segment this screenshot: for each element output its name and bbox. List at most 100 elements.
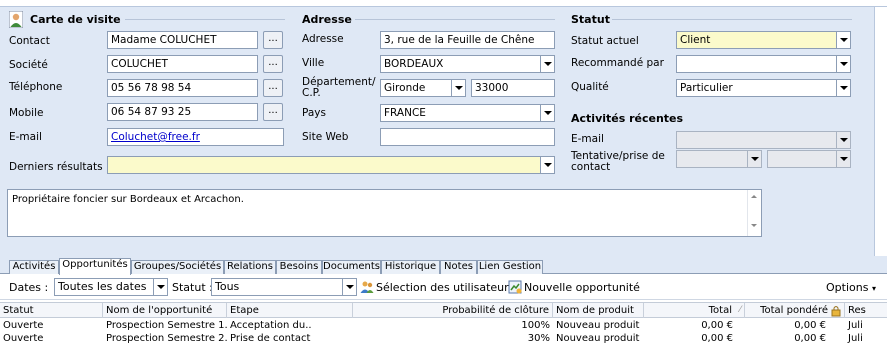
statut-actuel-select[interactable]: Client (676, 31, 851, 49)
code-postal-field[interactable]: 33000 (471, 79, 555, 97)
contact-avatar-icon (9, 11, 23, 28)
column-header-statut[interactable]: Statut (0, 303, 103, 318)
carte-de-visite-title: Carte de visite (30, 13, 121, 26)
table-row[interactable]: Ouverte Prospection Semestre 2.. Prise d… (0, 332, 887, 345)
statut-filter-select[interactable]: Tous (211, 278, 357, 296)
chevron-down-icon[interactable] (540, 105, 554, 121)
tab-historique[interactable]: Historique (381, 260, 440, 274)
cell-statut: Ouverte (3, 320, 44, 331)
column-header-nom-opportunite[interactable]: Nom de l'opportunité (103, 303, 227, 318)
cell-nom-opportunite: Prospection Semestre 1.. (106, 320, 227, 331)
cell-statut: Ouverte (3, 333, 44, 344)
dates-filter-label: Dates : (9, 281, 49, 294)
tab-notes[interactable]: Notes (440, 260, 477, 274)
recent-email-label: E-mail (571, 133, 604, 145)
mobile-lookup-button[interactable]: ... (263, 103, 283, 121)
scroll-up-icon[interactable] (751, 195, 757, 198)
recommande-par-select[interactable] (676, 55, 851, 73)
chevron-down-icon[interactable] (747, 151, 761, 167)
societe-field[interactable]: COLUCHET (107, 55, 258, 73)
cell-etape: Prise de contact (230, 333, 311, 344)
grid-header: Statut Nom de l'opportunité Etape Probab… (0, 302, 887, 318)
contact-lookup-button[interactable]: ... (263, 31, 283, 49)
chevron-down-icon[interactable] (836, 151, 850, 167)
tab-groupes-societes[interactable]: Groupes/Sociétés (131, 260, 224, 274)
tab-activites[interactable]: Activités (9, 260, 59, 274)
departement-select[interactable]: Gironde (380, 79, 466, 97)
column-header-probabilite[interactable]: Probabilité de clôture (353, 303, 553, 318)
email-field[interactable]: Coluchet@free.fr (107, 128, 284, 146)
column-header-total-label: Total (708, 305, 732, 316)
chevron-down-icon[interactable] (836, 132, 850, 148)
ville-value: BORDEAUX (384, 58, 444, 70)
cell-probabilite: 100% (521, 320, 550, 331)
activites-recentes-title: Activités récentes (571, 112, 684, 125)
chevron-down-icon[interactable] (451, 80, 465, 96)
departement-label-line2: C.P. (302, 87, 321, 99)
societe-lookup-button[interactable]: ... (263, 55, 283, 73)
recommande-par-label: Recommandé par (571, 57, 664, 69)
ville-select[interactable]: BORDEAUX (380, 55, 555, 73)
mobile-label: Mobile (9, 107, 44, 119)
adresse-field[interactable]: 3, rue de la Feuille de Chêne (380, 31, 555, 49)
chevron-down-icon[interactable] (153, 279, 167, 295)
top-strip (0, 0, 887, 7)
new-opportunity-button[interactable]: Nouvelle opportunité (524, 281, 640, 294)
mobile-field[interactable]: 06 54 87 93 25 (107, 103, 258, 121)
ville-label: Ville (302, 57, 325, 69)
column-header-total[interactable]: Total ⁄ (644, 303, 745, 318)
users-select-icon[interactable] (360, 280, 374, 294)
tab-lien-gestion[interactable]: Lien Gestion (477, 260, 543, 274)
telephone-field[interactable]: 05 56 78 98 54 (107, 79, 258, 97)
pays-select[interactable]: FRANCE (380, 104, 555, 122)
pays-value: FRANCE (384, 107, 426, 119)
table-row[interactable]: Ouverte Prospection Semestre 1.. Accepta… (0, 319, 887, 332)
chevron-down-icon[interactable] (836, 56, 850, 72)
telephone-lookup-button[interactable]: ... (263, 79, 283, 97)
select-users-button[interactable]: Sélection des utilisateurs (376, 281, 514, 294)
opportunities-panel: Activités Opportunités Groupes/Sociétés … (0, 256, 887, 358)
site-web-field[interactable] (380, 128, 555, 146)
cell-res: Juli (848, 333, 863, 344)
email-link[interactable]: Coluchet@free.fr (111, 131, 200, 143)
column-header-nom-produit[interactable]: Nom de produit (553, 303, 644, 318)
dates-filter-select[interactable]: Toutes les dates (54, 278, 168, 296)
pays-label: Pays (302, 107, 326, 119)
qualite-label: Qualité (571, 81, 609, 93)
column-header-res[interactable]: Res (845, 303, 887, 318)
tab-opportunites[interactable]: Opportunités (59, 258, 131, 275)
cell-total: 0,00 € (701, 320, 733, 331)
contact-field[interactable]: Madame COLUCHET (107, 31, 258, 49)
notes-scrollbar[interactable] (747, 190, 761, 236)
chevron-down-icon[interactable] (540, 56, 554, 72)
site-web-label: Site Web (302, 131, 349, 143)
qualite-select[interactable]: Particulier (676, 79, 851, 97)
scroll-down-icon[interactable] (751, 224, 757, 227)
options-button[interactable]: Options ▾ (826, 281, 876, 295)
contact-form: Carte de visite Contact Madame COLUCHET … (0, 0, 887, 256)
tentative-type-select[interactable] (676, 150, 762, 168)
tentative-date-select[interactable] (767, 150, 851, 168)
statut-filter-value: Tous (215, 280, 240, 293)
cell-nom-produit: Nouveau produit (556, 320, 640, 331)
cell-total-pondere: 0,00 € (794, 333, 826, 344)
chevron-down-icon[interactable] (342, 279, 356, 295)
sort-icon: ⁄ (739, 305, 741, 315)
tab-besoins[interactable]: Besoins (276, 260, 322, 274)
options-label: Options (826, 281, 869, 294)
column-header-etape[interactable]: Etape (227, 303, 353, 318)
notes-textarea[interactable]: Propriétaire foncier sur Bordeaux et Arc… (7, 189, 762, 237)
chevron-down-icon[interactable] (836, 32, 850, 48)
tab-relations[interactable]: Relations (224, 260, 276, 274)
dates-filter-value: Toutes les dates (58, 280, 147, 293)
column-header-total-pondere[interactable]: Total pondéré (745, 303, 845, 318)
departement-value: Gironde (384, 82, 426, 94)
tab-documents[interactable]: Documents (322, 260, 381, 274)
column-header-total-pondere-label: Total pondéré (760, 305, 828, 316)
derniers-resultats-label: Derniers résultats (9, 161, 103, 173)
recent-email-select[interactable] (676, 131, 851, 149)
chevron-down-icon[interactable] (540, 157, 554, 173)
chevron-down-icon[interactable] (836, 80, 850, 96)
derniers-resultats-select[interactable] (107, 156, 555, 174)
new-opportunity-icon[interactable] (508, 280, 522, 294)
